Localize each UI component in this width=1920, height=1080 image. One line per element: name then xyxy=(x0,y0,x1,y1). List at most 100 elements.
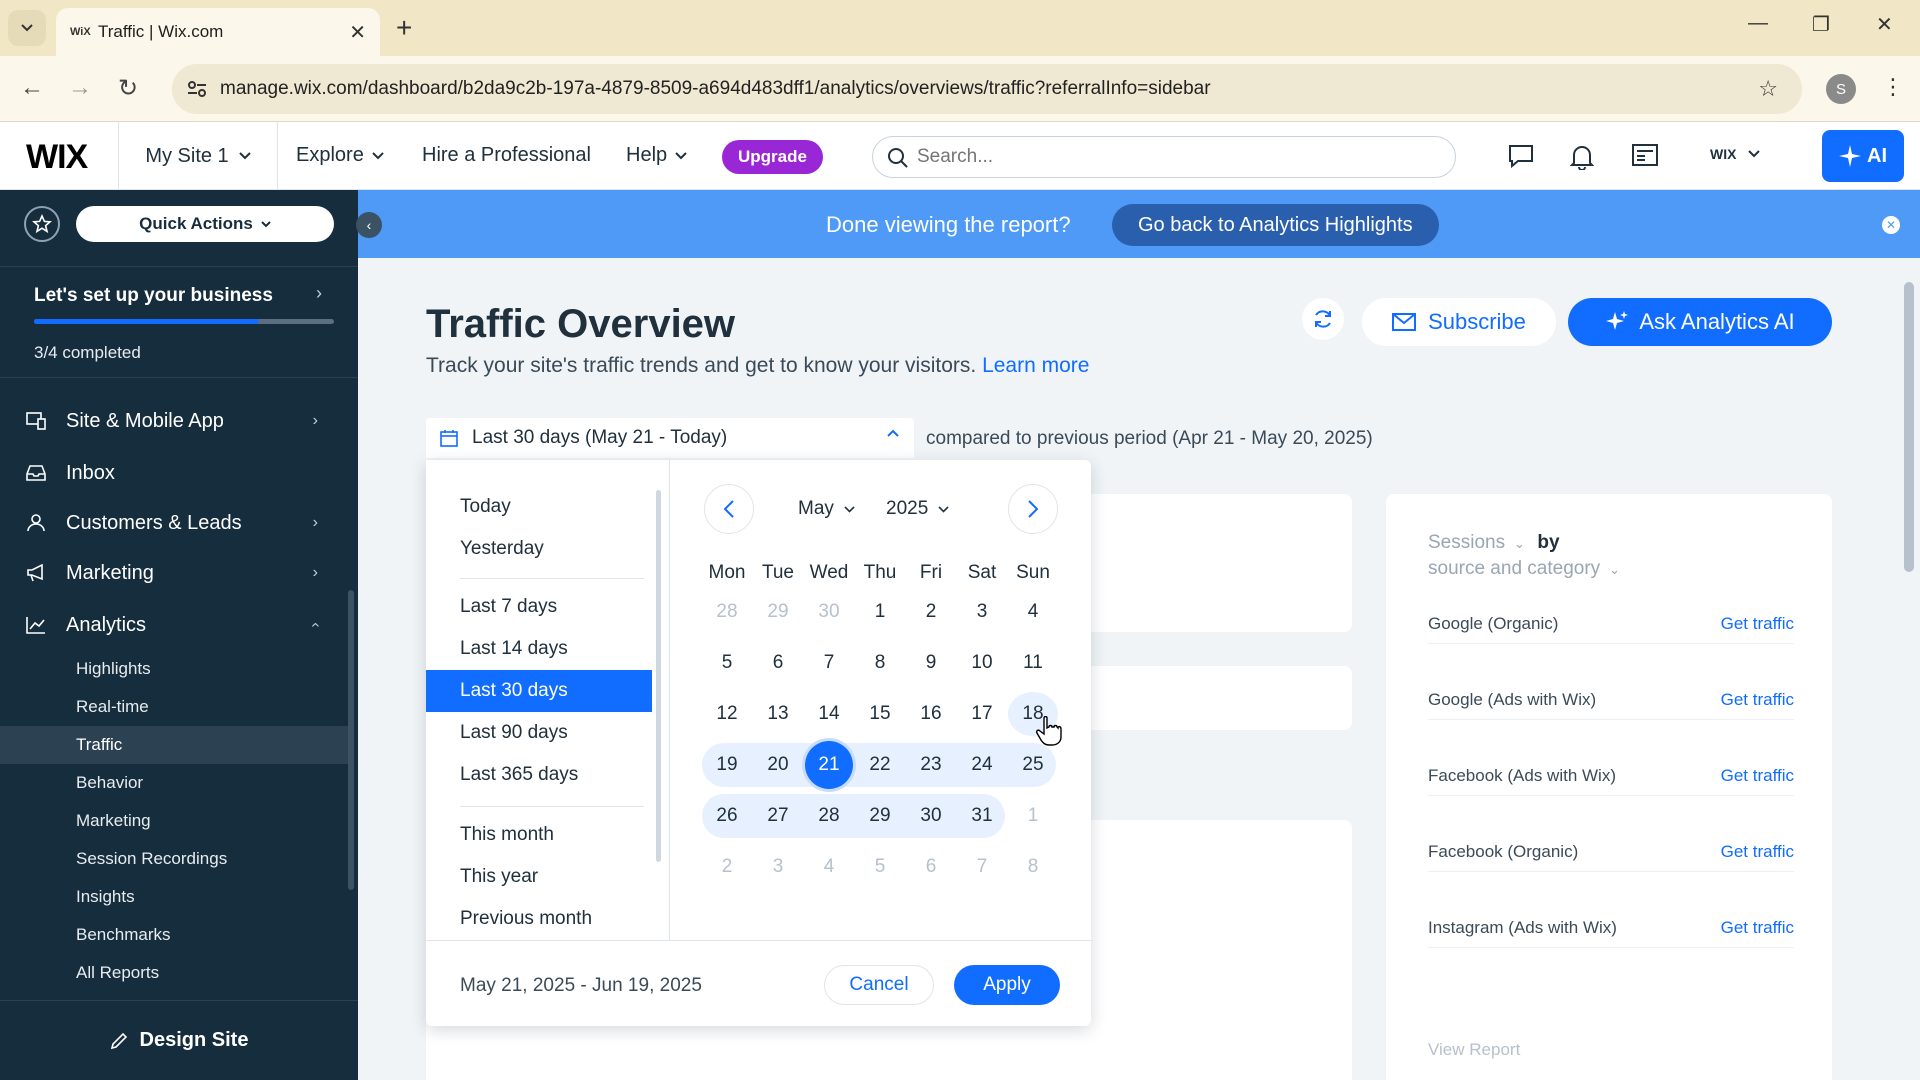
preset-last-365-days[interactable]: Last 365 days xyxy=(426,754,652,796)
back-to-highlights-button[interactable]: Go back to Analytics Highlights xyxy=(1112,204,1439,246)
back-icon[interactable]: ← xyxy=(20,74,44,102)
calendar-day[interactable]: 8 xyxy=(855,641,905,685)
calendar-day[interactable]: 1 xyxy=(1008,794,1058,838)
tab-search-button[interactable] xyxy=(8,10,46,46)
refresh-button[interactable] xyxy=(1302,298,1344,340)
get-traffic-link[interactable]: Get traffic xyxy=(1721,614,1794,634)
get-traffic-link[interactable]: Get traffic xyxy=(1721,690,1794,710)
calendar-day[interactable]: 23 xyxy=(906,743,956,787)
calendar-day[interactable]: 28 xyxy=(804,794,854,838)
calendar-day[interactable]: 29 xyxy=(855,794,905,838)
calendar-day[interactable]: 2 xyxy=(906,590,956,634)
setup-business-card[interactable]: Let's set up your business › 3/4 complet… xyxy=(0,266,358,378)
design-site-button[interactable]: Design Site xyxy=(0,1000,358,1080)
cancel-button[interactable]: Cancel xyxy=(824,965,934,1005)
month-select[interactable]: May xyxy=(798,498,855,520)
next-month-button[interactable] xyxy=(1008,484,1058,534)
calendar-day[interactable]: 4 xyxy=(1008,590,1058,634)
close-banner-icon[interactable]: ✕ xyxy=(1882,216,1900,234)
calendar-day[interactable]: 21 xyxy=(805,741,853,789)
collapse-sidebar-button[interactable]: ‹ xyxy=(356,212,382,238)
browser-menu-icon[interactable]: ⋮ xyxy=(1882,74,1904,100)
calendar-day[interactable]: 9 xyxy=(906,641,956,685)
preset-last-7-days[interactable]: Last 7 days xyxy=(426,586,652,628)
search-input[interactable] xyxy=(917,146,1402,168)
site-switcher[interactable]: My Site 1 xyxy=(118,122,278,190)
search-box[interactable] xyxy=(872,136,1456,178)
calendar-day[interactable]: 10 xyxy=(957,641,1007,685)
calendar-day[interactable]: 2 xyxy=(702,845,752,889)
apply-button[interactable]: Apply xyxy=(954,965,1060,1005)
calendar-day[interactable]: 24 xyxy=(957,743,1007,787)
sidebar-item-marketing[interactable]: Marketing › xyxy=(0,548,358,598)
close-tab-icon[interactable]: ✕ xyxy=(349,20,366,45)
site-panel-icon[interactable] xyxy=(1632,144,1658,166)
quick-actions-button[interactable]: Quick Actions xyxy=(76,206,334,242)
calendar-day[interactable]: 19 xyxy=(702,743,752,787)
calendar-day[interactable]: 14 xyxy=(804,692,854,736)
calendar-day[interactable]: 31 xyxy=(957,794,1007,838)
calendar-day[interactable]: 20 xyxy=(753,743,803,787)
calendar-day[interactable]: 27 xyxy=(753,794,803,838)
sidebar-item-site-mobile-app[interactable]: Site & Mobile App › xyxy=(0,396,358,446)
calendar-day[interactable]: 5 xyxy=(702,641,752,685)
sidebar-sub-insights[interactable]: Insights xyxy=(0,878,350,916)
subscribe-button[interactable]: Subscribe xyxy=(1362,298,1556,346)
bookmark-star-icon[interactable]: ☆ xyxy=(1758,76,1778,102)
calendar-day[interactable]: 3 xyxy=(753,845,803,889)
preset-last-14-days[interactable]: Last 14 days xyxy=(426,628,652,670)
learn-more-link[interactable]: Learn more xyxy=(982,354,1089,377)
sidebar-sub-behavior[interactable]: Behavior xyxy=(0,764,350,802)
new-tab-button[interactable]: + xyxy=(396,12,412,44)
preset-today[interactable]: Today xyxy=(426,486,652,528)
calendar-day[interactable]: 29 xyxy=(753,590,803,634)
favorites-star-icon[interactable] xyxy=(24,206,60,242)
previous-month-button[interactable] xyxy=(704,484,754,534)
get-traffic-link[interactable]: Get traffic xyxy=(1721,918,1794,938)
ai-assistant-button[interactable]: AI xyxy=(1822,130,1904,182)
metric-select[interactable]: Sessions xyxy=(1428,532,1505,553)
ask-analytics-ai-button[interactable]: Ask Analytics AI xyxy=(1568,298,1832,346)
main-scrollbar[interactable] xyxy=(1904,282,1914,572)
date-range-select[interactable]: Last 30 days (May 21 - Today) xyxy=(426,418,914,458)
hire-professional-link[interactable]: Hire a Professional xyxy=(422,144,591,167)
preset-last-30-days[interactable]: Last 30 days xyxy=(426,670,652,712)
notifications-bell-icon[interactable] xyxy=(1570,144,1594,170)
sidebar-sub-real-time[interactable]: Real-time xyxy=(0,688,350,726)
sidebar-sub-session-recordings[interactable]: Session Recordings xyxy=(0,840,350,878)
sidebar-sub-benchmarks[interactable]: Benchmarks xyxy=(0,916,350,954)
browser-tab[interactable]: WiX Traffic | Wix.com ✕ xyxy=(56,8,380,56)
sidebar-sub-all-reports[interactable]: All Reports xyxy=(0,954,350,992)
calendar-day[interactable]: 8 xyxy=(1008,845,1058,889)
calendar-day[interactable]: 5 xyxy=(855,845,905,889)
minimize-icon[interactable]: — xyxy=(1748,12,1768,35)
calendar-day[interactable]: 26 xyxy=(702,794,752,838)
reload-icon[interactable]: ↻ xyxy=(118,74,138,103)
preset-yesterday[interactable]: Yesterday xyxy=(426,528,652,570)
restore-icon[interactable]: ❐ xyxy=(1812,12,1830,37)
calendar-day[interactable]: 12 xyxy=(702,692,752,736)
calendar-day[interactable]: 3 xyxy=(957,590,1007,634)
calendar-day[interactable]: 6 xyxy=(753,641,803,685)
preset-scrollbar[interactable] xyxy=(656,490,661,862)
wix-logo[interactable]: WIX xyxy=(26,138,88,177)
calendar-day[interactable]: 25 xyxy=(1008,743,1058,787)
sidebar-sub-traffic[interactable]: Traffic xyxy=(0,726,350,764)
year-select[interactable]: 2025 xyxy=(886,498,949,520)
preset-this-month[interactable]: This month xyxy=(426,814,652,856)
dimension-select[interactable]: source and category xyxy=(1428,558,1600,579)
preset-last-90-days[interactable]: Last 90 days xyxy=(426,712,652,754)
url-bar[interactable]: manage.wix.com/dashboard/b2da9c2b-197a-4… xyxy=(172,64,1802,114)
upgrade-button[interactable]: Upgrade xyxy=(722,140,823,174)
site-info-icon[interactable] xyxy=(186,78,208,100)
calendar-day[interactable]: 28 xyxy=(702,590,752,634)
calendar-day[interactable]: 1 xyxy=(855,590,905,634)
calendar-day[interactable]: 22 xyxy=(855,743,905,787)
calendar-day[interactable]: 16 xyxy=(906,692,956,736)
sidebar-sub-highlights[interactable]: Highlights xyxy=(0,650,350,688)
close-window-icon[interactable]: ✕ xyxy=(1876,12,1893,37)
calendar-day[interactable]: 4 xyxy=(804,845,854,889)
account-menu[interactable]: WIX xyxy=(1710,146,1761,162)
chat-icon[interactable] xyxy=(1508,144,1534,168)
calendar-day[interactable]: 7 xyxy=(804,641,854,685)
